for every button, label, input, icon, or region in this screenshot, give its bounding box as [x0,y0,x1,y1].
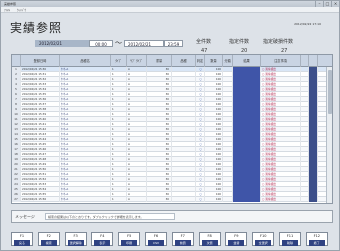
results-table[interactable]: 登録日時 品種名 ﾀｲﾌﾟ ｻﾌﾞ ﾀｲﾌﾟ 重量 品種 判定 数量 分類 結果… [11,54,333,204]
fkey-f8-button[interactable]: F8 次頁 [198,232,221,246]
fkey-f6-button[interactable]: F6 CSV [145,232,167,246]
total-count-label: 全件数 [196,39,212,45]
cell-product [172,197,196,202]
fkey-label: 戻る [14,240,30,246]
table-row[interactable]: 27 2012/02/21 15:56 ｾﾝｻｰA 1 A 30 ○ 100 ○ 異常検出 [12,197,328,202]
fkey-label: 表示 [94,240,111,246]
message-label: メッセージ [15,214,35,219]
menu-window[interactable]: ｳｨﾝﾄﾞｳ [17,8,26,12]
fkey-label: 全選択 [255,240,272,246]
fkey-label: 印刷 [121,240,138,246]
fkey-label: 削除 [282,240,298,246]
from-time-input[interactable]: 00:00 [89,40,113,47]
fkey-f10-button[interactable]: F10 全選択 [252,232,275,246]
cell-name: ｾﾝｻｰA [60,197,111,202]
fkey-number: F1 [19,234,25,238]
cell-qty: 100 [205,197,223,202]
page-title: 実績参照 [10,21,63,35]
cell-weight: 30 [147,197,172,202]
fkey-number: F7 [180,234,185,238]
fkey-number: F9 [234,234,239,238]
fkey-number: F6 [153,234,159,238]
fkey-number: F2 [46,234,51,238]
col-header-datetime[interactable]: 登録日時 [21,55,60,67]
to-date-input[interactable]: 2012/02/21 [124,40,164,47]
cell-flag2 [309,197,318,202]
col-header-f2[interactable] [309,55,318,67]
cell-subtype: A [127,197,147,202]
fkey-f2-button[interactable]: F2 検索 [37,232,60,246]
col-header-subtype[interactable]: ｻﾌﾞ ﾀｲﾌﾟ [127,55,147,67]
cell-result [233,197,261,202]
function-key-bar: F1 戻る F2 検索 F3 選択解除 F4 表示 F5 印刷 F6 CSV F7 前頁 F8 次頁 F9 並替 F… [11,232,333,248]
cell-no: 27 [12,197,21,202]
cell-flag1 [301,197,309,202]
col-header-f1[interactable] [301,55,309,67]
fkey-label: 終了 [308,240,325,246]
cell-datetime: 2012/02/21 15:56 [21,197,60,202]
col-header-judge[interactable]: 判定 [196,55,205,67]
fkey-number: F12 [313,234,321,238]
from-time-value: 00:00 [95,42,107,47]
scrollbar-thumb[interactable] [328,70,332,114]
fkey-label: CSV [148,240,164,246]
specified-count-label: 指定件数 [229,39,250,45]
col-header-weight[interactable]: 重量 [147,55,172,67]
menu-bar: ﾌｧｲﾙ ｳｨﾝﾄﾞｳ [1,7,339,13]
col-header-f3[interactable] [318,55,332,67]
fkey-f7-button[interactable]: F7 前頁 [171,232,194,246]
fkey-label: 検索 [40,240,57,246]
fkey-label: 次頁 [201,240,218,246]
fkey-f4-button[interactable]: F4 表示 [91,232,114,246]
window-title: 実績参照 [4,2,17,6]
cell-judge: ○ [196,197,205,202]
fkey-number: F8 [207,234,212,238]
maximize-icon[interactable]: □ [323,1,331,7]
col-header-notes[interactable]: 注意事項 [261,55,301,67]
minimize-icon[interactable]: – [315,1,323,7]
table-header: 登録日時 品種名 ﾀｲﾌﾟ ｻﾌﾞ ﾀｲﾌﾟ 重量 品種 判定 数量 分類 結果… [12,55,332,67]
fkey-f1-button[interactable]: F1 戻る [11,232,33,246]
to-date-value: 2012/02/21 [128,42,152,47]
close-icon[interactable]: × [331,1,339,7]
message-panel: メッセージ 検索の結果は以下のとおりです。ダブルクリックで詳細を表示します。 [11,210,333,223]
fkey-f12-button[interactable]: F12 終了 [305,232,328,246]
damaged-count-label: 指定破損件数 [263,39,294,45]
fkey-number: F5 [127,234,132,238]
table-body: 1 2012/02/21 15:30 ｾﾝｻｰA 1 A 30 ○ 100 ○ 異常検出 2 201… [12,67,328,203]
fkey-f11-button[interactable]: F11 削除 [279,232,301,246]
fkey-label: 並替 [228,240,245,246]
col-header-product[interactable]: 品種 [172,55,196,67]
fkey-label: 選択解除 [67,240,84,246]
col-header-qty[interactable]: 数量 [205,55,223,67]
to-time-input[interactable]: 23:59 [164,40,183,47]
timestamp: 2012/02/22 17:10 [294,22,321,26]
fkey-f5-button[interactable]: F5 印刷 [118,232,141,246]
message-box: 検索の結果は以下のとおりです。ダブルクリックで詳細を表示します。 [45,213,175,220]
from-date-input[interactable]: 2012/02/21 [35,40,89,47]
title-bar: 実績参照 – □ × [1,1,339,7]
to-time-value: 23:59 [167,42,180,47]
cell-notes: ○ 異常検出 [261,197,301,202]
range-separator: 〜 [115,39,122,47]
col-header-class[interactable]: 分類 [223,55,233,67]
fkey-number: F4 [100,234,105,238]
fkey-label: 前頁 [174,240,191,246]
app-window: 実績参照 – □ × ﾌｧｲﾙ ｳｨﾝﾄﾞｳ 実績参照 2012/02/22 1… [0,0,340,251]
col-header-result[interactable]: 結果 [233,55,261,67]
fkey-number: F11 [286,234,294,238]
fkey-f3-button[interactable]: F3 選択解除 [64,232,87,246]
fkey-number: F10 [259,234,267,238]
col-header-no [12,55,21,67]
vertical-scrollbar[interactable] [326,67,332,203]
col-header-type[interactable]: ﾀｲﾌﾟ [111,55,127,67]
cell-class [223,197,233,202]
fkey-number: F3 [73,234,78,238]
cell-type: 1 [111,197,127,202]
col-header-name[interactable]: 品種名 [60,55,111,67]
fkey-f9-button[interactable]: F9 並替 [225,232,248,246]
from-date-value: 2012/02/21 [39,41,63,46]
menu-file[interactable]: ﾌｧｲﾙ [4,8,10,12]
